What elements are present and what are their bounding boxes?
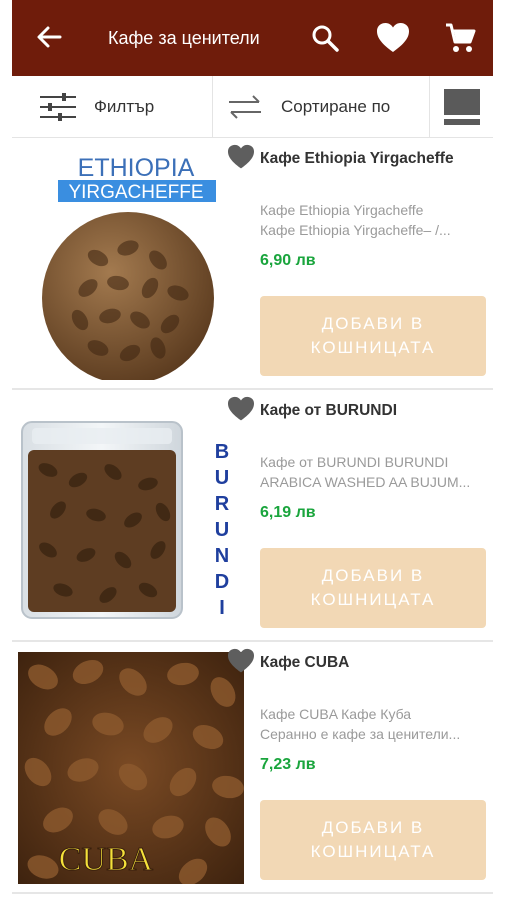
add-to-cart-label-line2: КОШНИЦАТА [310,338,436,357]
product-card: B U R U N D I Кафе от BURUNDI Кафе от BU… [12,390,493,642]
product-price: 6,90 лв [260,252,316,269]
svg-text:U: U [215,519,229,541]
svg-text:R: R [215,493,230,515]
add-to-cart-label-line1: ДОБАВИ В [321,818,425,837]
sort-button[interactable]: Сортиране по [212,76,430,138]
heart-icon[interactable] [376,22,410,54]
add-to-cart-label-line1: ДОБАВИ В [321,566,425,585]
add-to-cart-label-line2: КОШНИЦАТА [310,842,436,861]
description-line: Кафе Ethiopia Yirgacheffe [260,202,424,218]
image-label-ethiopia: ETHIOPIA [78,154,195,182]
description-line: Кафе Ethiopia Yirgacheffe– /... [260,222,451,238]
product-description: Кафе от BURUNDI BURUNDI ARABICA WASHED A… [260,452,486,492]
product-image[interactable]: CUBA [18,652,244,884]
favorite-icon[interactable] [227,396,255,422]
product-list[interactable]: ETHIOPIA YIRGACHEFFE Кафе Ethiopia Yirga… [12,138,493,900]
add-to-cart-button[interactable]: ДОБАВИ В КОШНИЦАТА [260,296,486,376]
view-toggle-icon [443,89,480,125]
favorite-icon[interactable] [227,144,255,170]
description-line: ARABICA WASHED AA BUJUM... [260,474,471,490]
product-price: 7,23 лв [260,756,316,773]
filter-button[interactable]: Филтър [12,76,212,138]
add-to-cart-label-line1: ДОБАВИ В [321,314,425,333]
search-icon[interactable] [310,23,340,53]
app-header: Кафе за ценители [12,0,493,76]
favorite-icon[interactable] [227,648,255,674]
svg-text:D: D [215,571,229,593]
product-description: Кафе Ethiopia Yirgacheffe Кафе Ethiopia … [260,200,486,240]
product-name[interactable]: Кафе от BURUNDI [260,402,397,420]
sort-arrows-icon [229,95,261,119]
product-name[interactable]: Кафе CUBA [260,654,349,672]
add-to-cart-button[interactable]: ДОБАВИ В КОШНИЦАТА [260,548,486,628]
product-name[interactable]: Кафе Ethiopia Yirgacheffe [260,150,454,168]
filter-label: Филтър [94,97,155,116]
sort-label: Сортиране по [281,97,391,116]
image-label-cuba: CUBA [59,841,154,878]
page-title: Кафе за ценители [108,28,260,48]
svg-text:I: I [219,597,225,619]
product-price: 6,19 лв [260,504,316,521]
product-card: ETHIOPIA YIRGACHEFFE Кафе Ethiopia Yirga… [12,138,493,390]
svg-text:N: N [215,545,229,567]
image-label-burundi: B U R U N D I [215,441,230,619]
description-line: Кафе CUBA Кафе Куба [260,706,412,722]
image-label-yirgacheffe: YIRGACHEFFE [68,182,203,203]
filter-sliders-icon [40,93,76,121]
filter-sort-bar: Филтър Сортиране по [12,76,493,138]
description-line: Кафе от BURUNDI BURUNDI [260,454,449,470]
svg-text:U: U [215,467,229,489]
description-line: Серанно е кафе за ценители... [260,726,461,742]
product-image[interactable]: ETHIOPIA YIRGACHEFFE [18,148,244,380]
add-to-cart-label-line2: КОШНИЦАТА [310,590,436,609]
product-description: Кафе CUBA Кафе Куба Серанно е кафе за це… [260,704,486,744]
back-arrow-icon[interactable] [34,22,64,52]
svg-text:B: B [215,441,229,463]
add-to-cart-button[interactable]: ДОБАВИ В КОШНИЦАТА [260,800,486,880]
cart-icon[interactable] [444,22,476,54]
product-card: CUBA Кафе CUBA Кафе CUBA Кафе Куба Серан… [12,642,493,894]
product-image[interactable]: B U R U N D I [18,400,244,632]
view-toggle-button[interactable] [430,76,493,138]
